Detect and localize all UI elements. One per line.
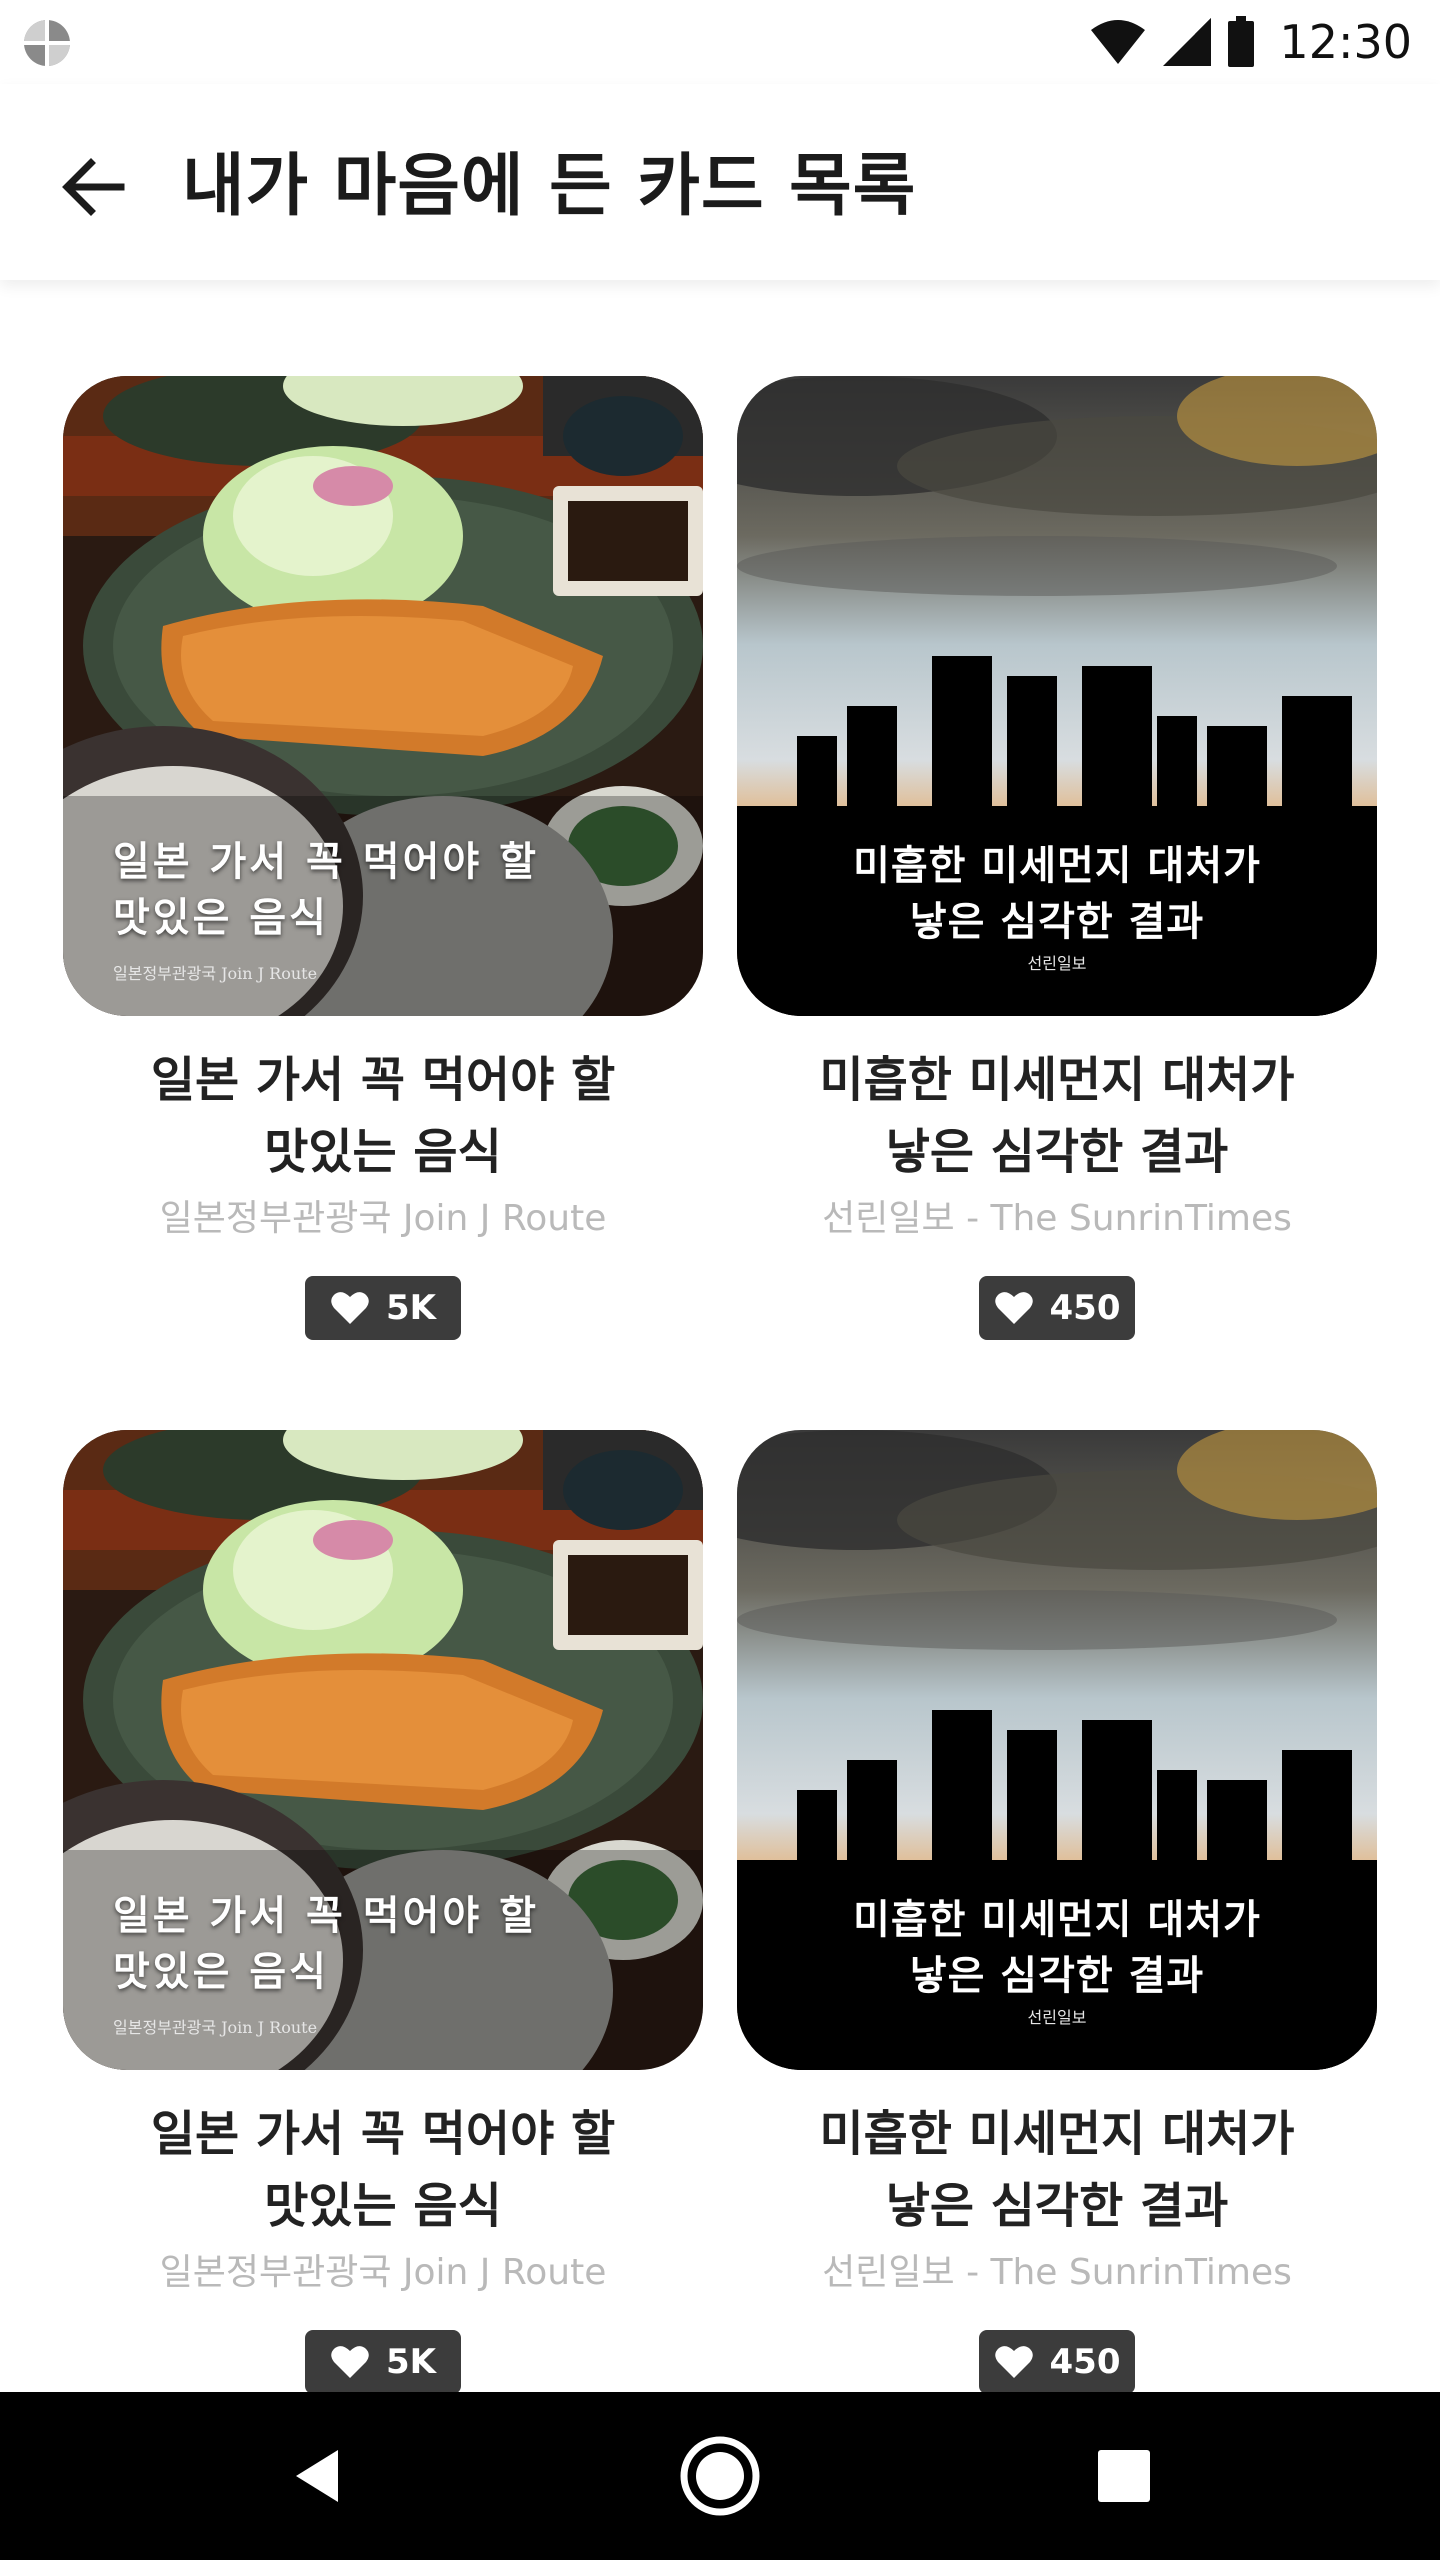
card-item[interactable]: 일본 가서 꼭 먹어야 할 맛있은 음식 일본정부관광국 Join J Rout… — [63, 376, 703, 1352]
card-grid: 일본 가서 꼭 먹어야 할 맛있은 음식 일본정부관광국 Join J Rout… — [63, 376, 1377, 2392]
back-triangle-icon — [296, 2450, 338, 2502]
card-overlay-title: 일본 가서 꼭 먹어야 할 맛있은 음식 — [113, 1893, 539, 1995]
card-overlay-title: 일본 가서 꼭 먹어야 할 맛있은 음식 — [113, 839, 539, 941]
heart-icon — [331, 2346, 369, 2378]
card-overlay-title: 미흡한 미세먼지 대처가 낳은 심각한 결과 — [853, 843, 1261, 945]
like-badge[interactable]: 5K — [305, 1276, 461, 1340]
card-thumbnail[interactable]: 미흡한 미세먼지 대처가 낳은 심각한 결과 선린일보 — [737, 376, 1377, 1016]
card-source: 일본정부관광국 Join J Route — [159, 1198, 607, 1239]
card-overlay-source: 선린일보 — [1027, 2008, 1087, 2027]
card-thumbnail[interactable]: 일본 가서 꼭 먹어야 할 맛있은 음식 일본정부관광국 Join J Rout… — [63, 1430, 703, 2070]
card-overlay-source: 일본정부관광국 Join J Route — [113, 2018, 318, 2037]
card-overlay-source: 일본정부관광국 Join J Route — [113, 964, 318, 983]
heart-icon — [331, 1292, 369, 1324]
card-source: 선린일보 - The SunrinTimes — [822, 2252, 1292, 2293]
signal-icon — [1163, 18, 1212, 66]
system-nav-bar — [0, 2392, 1440, 2560]
liked-cards-list[interactable]: 일본 가서 꼭 먹어야 할 맛있은 음식 일본정부관광국 Join J Rout… — [0, 280, 1440, 2392]
page-title: 내가 마음에 든 카드 목록 — [182, 147, 917, 226]
card-title[interactable]: 일본 가서 꼭 먹어야 할 맛있는 음식 — [63, 2098, 703, 2242]
back-button[interactable] — [48, 142, 138, 232]
card-title[interactable]: 미흡한 미세먼지 대처가 낳은 심각한 결과 — [737, 2098, 1377, 2242]
like-badge[interactable]: 5K — [305, 2330, 461, 2392]
card-item[interactable]: 미흡한 미세먼지 대처가 낳은 심각한 결과 선린일보 미흡한 미세먼지 대처가… — [737, 376, 1377, 1352]
nav-back-button[interactable] — [268, 2426, 368, 2526]
like-badge[interactable]: 450 — [979, 2330, 1135, 2392]
app-logo-icon — [24, 20, 70, 66]
like-count: 450 — [1049, 1288, 1121, 1328]
nav-recents-button[interactable] — [1074, 2426, 1174, 2526]
arrow-left-icon — [62, 158, 125, 216]
battery-icon — [1228, 16, 1255, 67]
card-title[interactable]: 미흡한 미세먼지 대처가 낳은 심각한 결과 — [737, 1044, 1377, 1188]
card-thumbnail[interactable]: 미흡한 미세먼지 대처가 낳은 심각한 결과 선린일보 — [737, 1430, 1377, 2070]
card-title[interactable]: 일본 가서 꼭 먹어야 할 맛있는 음식 — [63, 1044, 703, 1188]
status-icons: 12:30 — [1089, 12, 1412, 72]
like-count: 450 — [1049, 2342, 1121, 2382]
home-circle-icon — [680, 2436, 760, 2516]
card-source: 일본정부관광국 Join J Route — [159, 2252, 607, 2293]
card-item[interactable]: 미흡한 미세먼지 대처가 낳은 심각한 결과 선린일보 미흡한 미세먼지 대처가… — [737, 1430, 1377, 2392]
wifi-icon — [1091, 20, 1146, 64]
heart-icon — [994, 2346, 1033, 2378]
card-item[interactable]: 일본 가서 꼭 먹어야 할 맛있은 음식 일본정부관광국 Join J Rout… — [63, 1430, 703, 2392]
like-badge[interactable]: 450 — [979, 1276, 1135, 1340]
card-overlay-title: 미흡한 미세먼지 대처가 낳은 심각한 결과 — [853, 1897, 1261, 1999]
card-thumbnail[interactable]: 일본 가서 꼭 먹어야 할 맛있은 음식 일본정부관광국 Join J Rout… — [63, 376, 703, 1016]
nav-home-button[interactable] — [670, 2426, 770, 2526]
like-count: 5K — [385, 2342, 436, 2382]
card-source: 선린일보 - The SunrinTimes — [822, 1198, 1292, 1239]
status-bar: 12:30 — [0, 0, 1440, 84]
status-time: 12:30 — [1279, 15, 1412, 69]
heart-icon — [994, 1292, 1033, 1324]
app-bar: 내가 마음에 든 카드 목록 — [0, 84, 1440, 280]
recents-square-icon — [1098, 2450, 1150, 2502]
like-count: 5K — [385, 1288, 436, 1328]
card-overlay-source: 선린일보 — [1027, 954, 1087, 973]
